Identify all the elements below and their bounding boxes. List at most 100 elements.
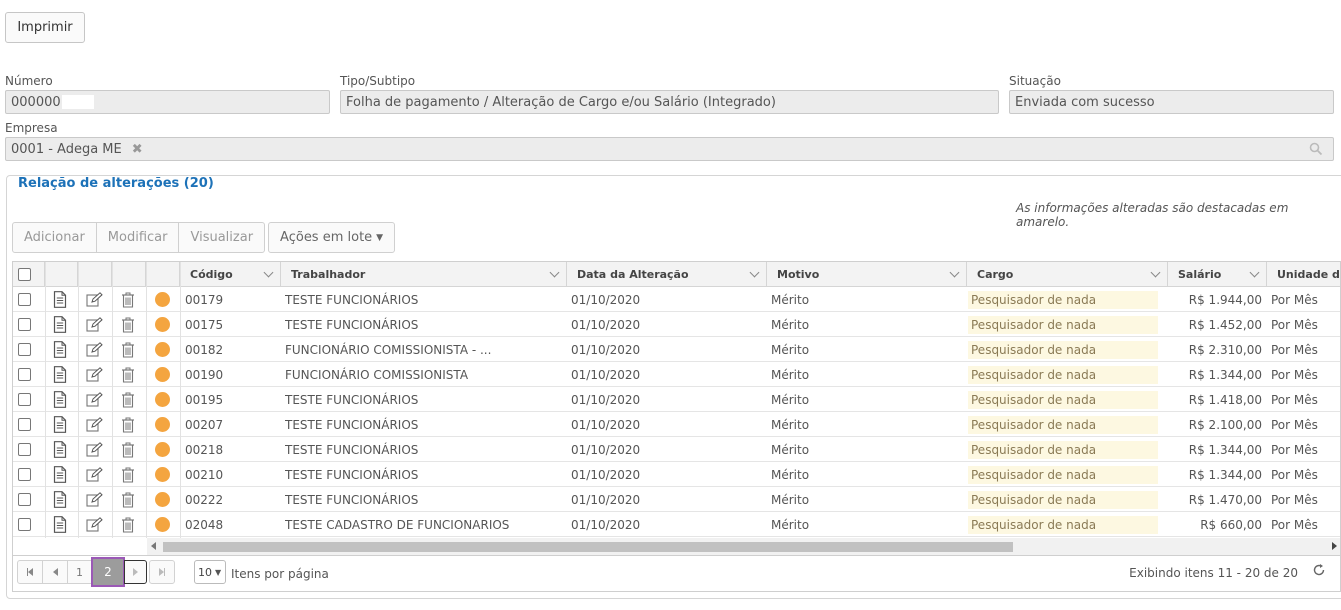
horizontal-scrollbar[interactable] xyxy=(147,538,1340,555)
view-document-icon[interactable] xyxy=(53,512,67,537)
edit-icon[interactable] xyxy=(86,512,103,537)
header-codigo[interactable]: Código xyxy=(180,262,281,287)
cell-salario: R$ 1.344,00 xyxy=(1188,467,1262,482)
edit-icon[interactable] xyxy=(86,487,103,512)
view-document-icon[interactable] xyxy=(53,462,67,487)
cell-data: 01/10/2020 xyxy=(571,317,641,332)
scroll-left-icon[interactable] xyxy=(151,542,156,550)
search-icon[interactable] xyxy=(1309,142,1323,160)
add-button[interactable]: Adicionar xyxy=(12,222,97,253)
trash-icon[interactable] xyxy=(121,287,135,312)
table-row[interactable]: 00175 TESTE FUNCIONÁRIOS 01/10/2020 Mérito P… xyxy=(13,312,1340,337)
header-motivo[interactable]: Motivo xyxy=(767,262,967,287)
row-checkbox[interactable] xyxy=(18,393,31,406)
edit-icon[interactable] xyxy=(86,387,103,412)
row-checkbox[interactable] xyxy=(18,293,31,306)
trash-icon[interactable] xyxy=(121,437,135,462)
row-checkbox-cell xyxy=(18,412,31,437)
sort-chevron-icon[interactable] xyxy=(1150,267,1161,278)
cell-cargo: Pesquisador de nada xyxy=(968,362,1158,387)
edit-icon[interactable] xyxy=(86,462,103,487)
pager-summary: Exibindo itens 11 - 20 de 20 xyxy=(1129,566,1298,580)
edit-icon[interactable] xyxy=(86,312,103,337)
table-row[interactable]: 02048 TESTE CADASTRO DE FUNCIONARIOS 01/10… xyxy=(13,512,1340,537)
view-document-icon[interactable] xyxy=(53,337,67,362)
header-trabalhador[interactable]: Trabalhador xyxy=(281,262,567,287)
row-checkbox[interactable] xyxy=(18,443,31,456)
situacao-field[interactable]: Enviada com sucesso xyxy=(1009,90,1334,114)
prev-page-button[interactable] xyxy=(42,560,68,584)
cell-codigo: 00182 xyxy=(185,342,224,357)
empresa-field[interactable]: 0001 - Adega ME ✖ xyxy=(5,137,1334,161)
view-document-icon[interactable] xyxy=(53,412,67,437)
table-row[interactable]: 00190 FUNCIONÁRIO COMISSIONISTA 01/10/2020… xyxy=(13,362,1340,387)
trash-icon[interactable] xyxy=(121,387,135,412)
view-document-icon[interactable] xyxy=(53,362,67,387)
header-salario[interactable]: Salário xyxy=(1168,262,1267,287)
cell-salario: R$ 1.418,00 xyxy=(1188,392,1262,407)
header-unidade[interactable]: Unidade de xyxy=(1267,262,1340,287)
row-checkbox[interactable] xyxy=(18,493,31,506)
batch-actions-button[interactable]: Ações em lote ▼ xyxy=(268,222,396,253)
view-document-icon[interactable] xyxy=(53,287,67,312)
table-row[interactable]: 00195 TESTE FUNCIONÁRIOS 01/10/2020 Mérito P… xyxy=(13,387,1340,412)
table-row[interactable]: 00179 TESTE FUNCIONÁRIOS 01/10/2020 Mérito P… xyxy=(13,287,1340,312)
cell-motivo: Mérito xyxy=(771,317,810,332)
header-select-all[interactable] xyxy=(13,262,45,287)
header-data[interactable]: Data da Alteração xyxy=(567,262,767,287)
modify-button[interactable]: Modificar xyxy=(95,222,180,253)
sort-chevron-icon[interactable] xyxy=(263,267,274,278)
view-document-icon[interactable] xyxy=(53,387,67,412)
row-checkbox[interactable] xyxy=(18,368,31,381)
view-document-icon[interactable] xyxy=(53,487,67,512)
row-checkbox[interactable] xyxy=(18,343,31,356)
page-size-select[interactable]: 10 ▼ xyxy=(194,560,226,584)
edit-icon[interactable] xyxy=(86,287,103,312)
numero-field[interactable]: 000000 xyxy=(5,90,330,114)
header-cargo[interactable]: Cargo xyxy=(967,262,1168,287)
clear-icon[interactable]: ✖ xyxy=(132,142,143,157)
row-checkbox[interactable] xyxy=(18,318,31,331)
trash-icon[interactable] xyxy=(121,487,135,512)
trash-icon[interactable] xyxy=(121,312,135,337)
first-page-button[interactable] xyxy=(17,560,43,584)
scroll-right-icon[interactable] xyxy=(1332,542,1337,550)
page-current-button[interactable]: 2 xyxy=(91,557,125,587)
next-page-button[interactable] xyxy=(124,560,147,584)
refresh-icon[interactable] xyxy=(1312,563,1326,580)
trash-icon[interactable] xyxy=(121,362,135,387)
sort-chevron-icon[interactable] xyxy=(749,267,760,278)
view-document-icon[interactable] xyxy=(53,312,67,337)
tipo-field[interactable]: Folha de pagamento / Alteração de Cargo … xyxy=(340,90,999,114)
view-document-icon[interactable] xyxy=(53,437,67,462)
edit-icon[interactable] xyxy=(86,362,103,387)
row-checkbox[interactable] xyxy=(18,468,31,481)
scroll-thumb[interactable] xyxy=(163,542,1013,552)
row-checkbox[interactable] xyxy=(18,518,31,531)
cell-codigo: 00175 xyxy=(185,317,224,332)
page-size-label: Itens por página xyxy=(231,567,329,581)
table-row[interactable]: 00218 TESTE FUNCIONÁRIOS 01/10/2020 Mérito P… xyxy=(13,437,1340,462)
trash-icon[interactable] xyxy=(121,337,135,362)
table-row[interactable]: 00222 TESTE FUNCIONÁRIOS 01/10/2020 Mérito P… xyxy=(13,487,1340,512)
sort-chevron-icon[interactable] xyxy=(949,267,960,278)
select-all-checkbox[interactable] xyxy=(18,268,31,281)
edit-icon[interactable] xyxy=(86,337,103,362)
edit-icon[interactable] xyxy=(86,437,103,462)
row-checkbox[interactable] xyxy=(18,418,31,431)
sort-chevron-icon[interactable] xyxy=(549,267,560,278)
last-page-button[interactable] xyxy=(149,560,175,584)
trash-icon[interactable] xyxy=(121,412,135,437)
trash-icon[interactable] xyxy=(121,512,135,537)
page-1-button[interactable]: 1 xyxy=(67,560,92,584)
table-row[interactable]: 00182 FUNCIONÁRIO COMISSIONISTA - ... 01/1… xyxy=(13,337,1340,362)
sort-chevron-icon[interactable] xyxy=(1249,267,1260,278)
view-button[interactable]: Visualizar xyxy=(178,222,266,253)
table-row[interactable]: 00207 TESTE FUNCIONÁRIOS 01/10/2020 Mérito P… xyxy=(13,412,1340,437)
table-row[interactable]: 00210 TESTE FUNCIONÁRIOS 01/10/2020 Mérito P… xyxy=(13,462,1340,487)
edit-icon[interactable] xyxy=(86,412,103,437)
cargo-highlight: Pesquisador de nada xyxy=(968,515,1158,534)
trash-icon[interactable] xyxy=(121,462,135,487)
cell-cargo: Pesquisador de nada xyxy=(968,512,1158,537)
print-button[interactable]: Imprimir xyxy=(5,12,85,43)
